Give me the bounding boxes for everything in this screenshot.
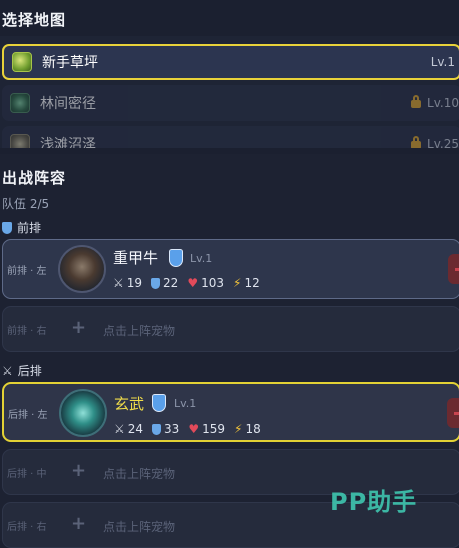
heart-icon: ♥ xyxy=(187,276,199,290)
shield-icon xyxy=(2,221,12,234)
pet-level: Lv.1 xyxy=(190,252,213,265)
crossed-swords-icon: ⚔ xyxy=(113,276,124,290)
stat-speed: ⚡ 12 xyxy=(233,276,260,290)
pet-name: 玄武 xyxy=(114,395,145,413)
swamp-icon xyxy=(10,134,30,148)
slot-front-left[interactable]: 前排 · 左 重甲牛 Lv.1 ⚔ 19 22 ♥ 103 ⚡ 12 xyxy=(2,239,459,299)
stat-attack: ⚔ 19 xyxy=(113,276,143,290)
map-item-forest[interactable]: 林间密径 Lv.10 xyxy=(2,85,459,121)
map-name: 浅滩沼泽 xyxy=(40,137,96,148)
watermark: PP助手 xyxy=(330,488,418,516)
front-row-label: 前排 xyxy=(2,219,41,236)
shield-badge-icon xyxy=(169,249,183,267)
map-item-grassland[interactable]: 新手草坪 Lv.1 xyxy=(2,44,459,80)
remove-pet-button[interactable] xyxy=(448,254,459,284)
remove-pet-button[interactable] xyxy=(447,398,459,428)
map-name: 林间密径 xyxy=(40,96,96,112)
map-level: Lv.1 xyxy=(430,55,455,69)
lock-icon xyxy=(411,95,421,108)
slot-position-label: 后排 · 中 xyxy=(7,469,47,480)
team-count: 队伍 2/5 xyxy=(2,197,50,211)
slot-position-label: 后排 · 左 xyxy=(8,410,48,421)
heart-icon: ♥ xyxy=(188,422,200,436)
shield-badge-icon xyxy=(152,394,166,412)
map-section-title: 选择地图 xyxy=(2,11,67,29)
add-icon: + xyxy=(71,317,87,338)
lock-icon xyxy=(411,136,421,148)
map-item-swamp[interactable]: 浅滩沼泽 Lv.25 xyxy=(2,126,459,148)
crossed-swords-icon: ⚔ xyxy=(114,422,125,436)
empty-slot-hint: 点击上阵宠物 xyxy=(103,324,176,338)
slot-front-right[interactable]: 前排 · 右 + 点击上阵宠物 xyxy=(2,306,459,352)
shield-icon xyxy=(151,277,161,289)
slot-position-label: 前排 · 右 xyxy=(7,326,47,337)
map-name: 新手草坪 xyxy=(42,55,98,71)
shield-icon xyxy=(152,423,162,435)
back-row-text: 后排 xyxy=(17,364,42,378)
front-row-text: 前排 xyxy=(17,221,42,235)
map-list[interactable]: 新手草坪 Lv.1 林间密径 Lv.10 浅滩沼泽 Lv.25 xyxy=(0,36,459,148)
pet-stats: ⚔ 19 22 ♥ 103 ⚡ 12 xyxy=(113,276,260,290)
empty-slot-hint: 点击上阵宠物 xyxy=(103,467,176,481)
stat-hp: ♥ 103 xyxy=(187,276,224,290)
crossed-swords-icon: ⚔ xyxy=(2,363,13,378)
grassland-icon xyxy=(12,52,32,72)
slot-back-left[interactable]: 后排 · 左 玄武 Lv.1 ⚔ 24 33 ♥ 159 ⚡ 18 xyxy=(2,382,459,442)
map-level: Lv.10 xyxy=(427,96,459,110)
empty-slot-hint: 点击上阵宠物 xyxy=(103,520,176,534)
map-level: Lv.25 xyxy=(427,137,459,148)
slot-position-label: 后排 · 右 xyxy=(7,522,47,533)
stat-defense: 22 xyxy=(151,276,178,290)
lightning-icon: ⚡ xyxy=(234,422,243,436)
back-row-label: ⚔ 后排 xyxy=(2,362,42,379)
stat-attack: ⚔ 24 xyxy=(114,422,144,436)
pet-avatar-turtle xyxy=(59,389,107,437)
pet-name: 重甲牛 xyxy=(113,249,159,267)
slot-position-label: 前排 · 左 xyxy=(7,266,47,277)
add-icon: + xyxy=(71,513,87,534)
lightning-icon: ⚡ xyxy=(233,276,242,290)
pet-avatar-ox xyxy=(58,245,106,293)
stat-hp: ♥ 159 xyxy=(188,422,225,436)
pet-stats: ⚔ 24 33 ♥ 159 ⚡ 18 xyxy=(114,422,261,436)
stat-defense: 33 xyxy=(152,422,179,436)
stat-speed: ⚡ 18 xyxy=(234,422,261,436)
pet-level: Lv.1 xyxy=(174,397,197,410)
add-icon: + xyxy=(71,460,87,481)
team-section-title: 出战阵容 xyxy=(2,169,67,187)
forest-icon xyxy=(10,93,30,113)
